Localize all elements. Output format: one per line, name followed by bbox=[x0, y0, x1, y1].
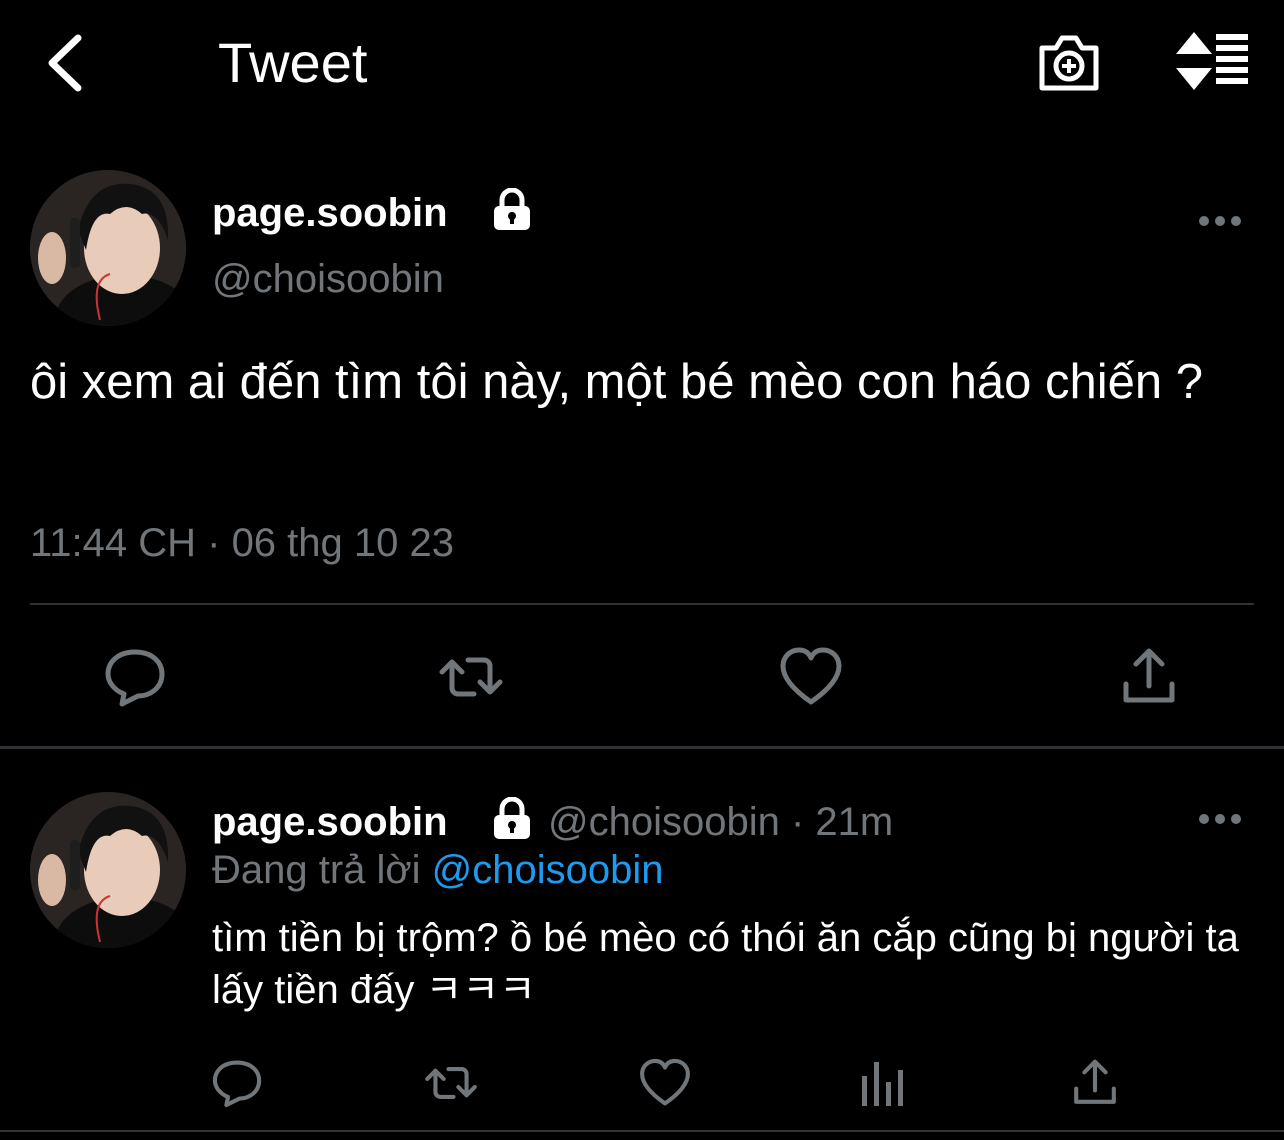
user-handle-time[interactable]: @choisoobin · 21m bbox=[548, 799, 893, 845]
avatar[interactable] bbox=[30, 170, 186, 326]
replying-to: Đang trả lời @choisoobin bbox=[212, 847, 664, 893]
share-icon bbox=[1123, 648, 1175, 703]
retweet-button[interactable] bbox=[424, 1056, 478, 1110]
lock-icon bbox=[490, 188, 534, 232]
tweet-text: ôi xem ai đến tìm tôi này, một bé mèo co… bbox=[30, 355, 1204, 409]
camera-button[interactable] bbox=[1036, 32, 1102, 92]
like-button[interactable] bbox=[778, 644, 844, 710]
divider bbox=[0, 746, 1284, 749]
heart-icon bbox=[780, 647, 842, 705]
avatar-photo bbox=[30, 170, 186, 326]
more-options-button[interactable] bbox=[1198, 206, 1242, 236]
reply-icon bbox=[212, 1060, 262, 1108]
display-name[interactable]: page.soobin bbox=[212, 799, 448, 845]
more-dots-icon bbox=[1199, 814, 1241, 824]
heart-icon bbox=[640, 1058, 690, 1106]
chevron-left-icon bbox=[48, 34, 82, 92]
replying-prefix: Đang trả lời bbox=[212, 848, 432, 892]
reply-button[interactable] bbox=[210, 1056, 264, 1110]
retweet-icon bbox=[439, 657, 503, 697]
divider bbox=[0, 1130, 1284, 1132]
avatar[interactable] bbox=[30, 792, 186, 948]
retweet-icon bbox=[425, 1067, 477, 1099]
bar-chart-icon bbox=[862, 1062, 903, 1106]
avatar-photo bbox=[30, 792, 186, 948]
page-title: Tweet bbox=[218, 31, 368, 94]
reply-button[interactable] bbox=[102, 644, 168, 710]
retweet-button[interactable] bbox=[438, 644, 504, 710]
back-button[interactable] bbox=[40, 30, 100, 96]
display-name[interactable]: page.soobin bbox=[212, 190, 448, 236]
mention-link[interactable]: @choisoobin bbox=[432, 848, 664, 892]
user-handle[interactable]: @choisoobin bbox=[212, 256, 444, 302]
more-dots-icon bbox=[1199, 216, 1241, 226]
more-options-button[interactable] bbox=[1198, 804, 1242, 834]
reply-icon bbox=[105, 649, 165, 707]
sort-button[interactable] bbox=[1172, 30, 1252, 92]
tweet-text: tìm tiền bị trộm? ồ bé mèo có thói ăn cắ… bbox=[212, 916, 1239, 1012]
camera-add-icon bbox=[1039, 35, 1099, 91]
analytics-button[interactable] bbox=[854, 1056, 908, 1110]
tweet-timestamp[interactable]: 11:44 CH · 06 thg 10 23 bbox=[30, 520, 454, 566]
lock-icon bbox=[490, 797, 534, 841]
divider bbox=[30, 603, 1254, 605]
like-button[interactable] bbox=[638, 1056, 692, 1110]
share-button[interactable] bbox=[1068, 1056, 1122, 1110]
sort-icon bbox=[1176, 32, 1248, 90]
share-icon bbox=[1074, 1059, 1116, 1104]
share-button[interactable] bbox=[1116, 644, 1182, 710]
